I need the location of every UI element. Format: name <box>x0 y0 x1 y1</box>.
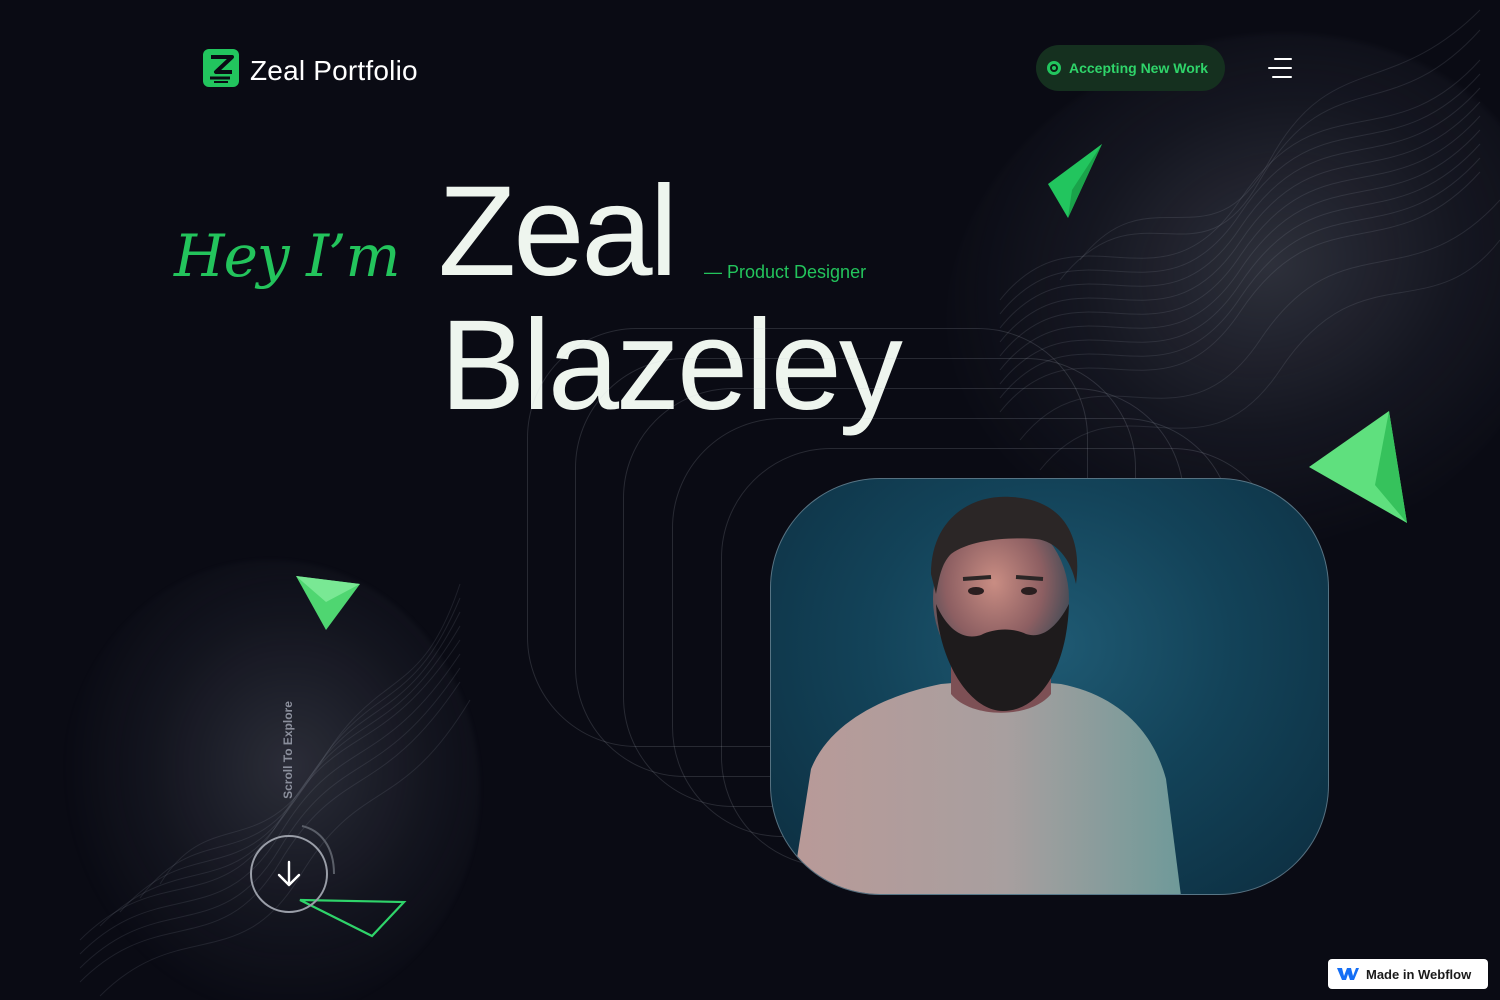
hero-page: Zeal Portfolio Accepting New Work Hey I’… <box>0 0 1500 1000</box>
status-label: Accepting New Work <box>1069 60 1208 76</box>
hamburger-menu-icon <box>1274 58 1292 60</box>
hamburger-menu-button[interactable] <box>1264 54 1298 84</box>
zeal-logo-icon <box>202 48 242 93</box>
logo-link[interactable]: Zeal Portfolio <box>202 48 418 93</box>
background-blob-left <box>60 560 480 1000</box>
portrait-illustration <box>791 496 1181 894</box>
hamburger-line <box>1272 76 1292 78</box>
profile-photo <box>770 478 1329 895</box>
webflow-badge-label: Made in Webflow <box>1366 966 1472 982</box>
greeting-text: Hey I’m <box>174 222 400 290</box>
made-in-webflow-badge[interactable]: Made in Webflow <box>1328 959 1488 989</box>
accepting-work-badge[interactable]: Accepting New Work <box>1036 45 1225 91</box>
scroll-down-button[interactable] <box>250 835 328 913</box>
role-subtitle: — Product Designer <box>704 262 867 282</box>
hamburger-line <box>1268 67 1292 69</box>
first-name-heading: Zeal <box>438 160 678 303</box>
status-dot-icon <box>1047 61 1061 75</box>
logo-text: Zeal Portfolio <box>250 54 418 86</box>
webflow-logo-icon <box>1337 968 1359 980</box>
arrow-down-icon <box>277 860 301 887</box>
scroll-to-explore-label: Scroll To Explore <box>281 701 295 799</box>
